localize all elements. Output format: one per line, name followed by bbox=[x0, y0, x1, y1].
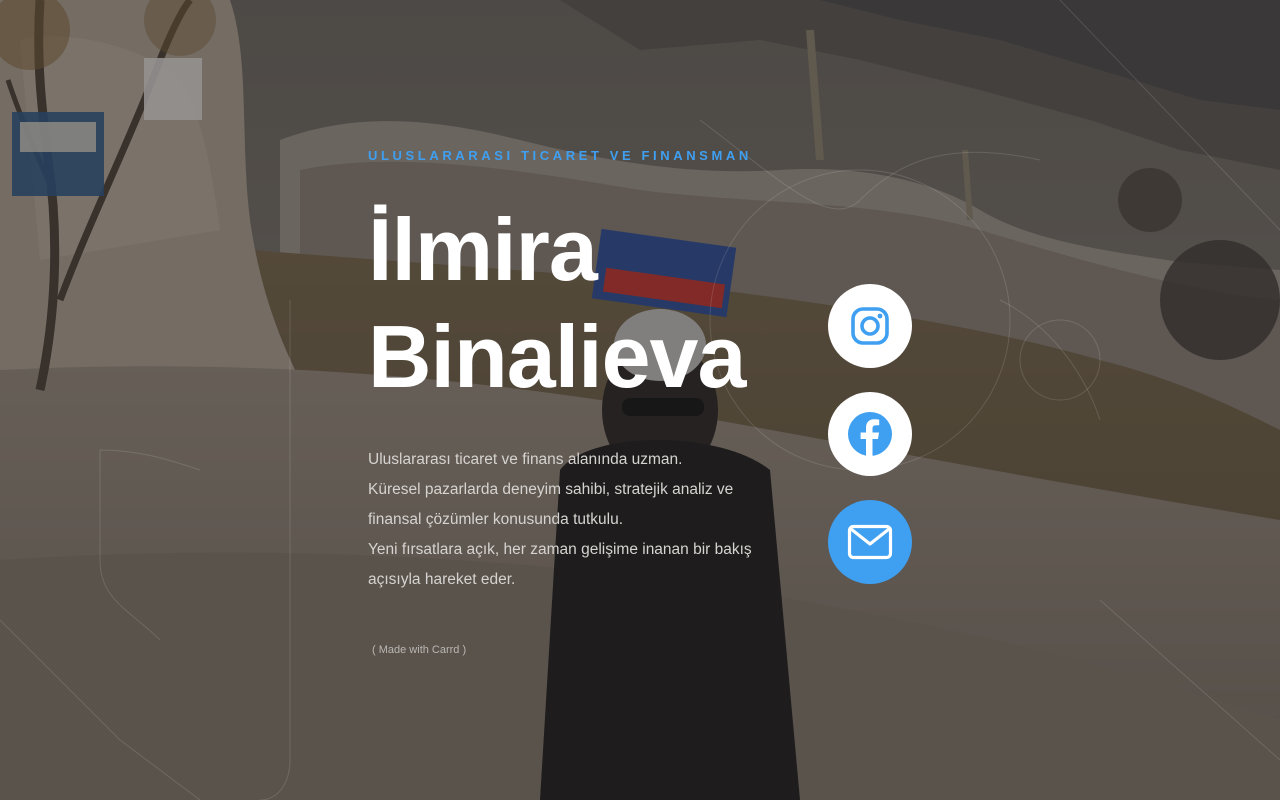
page-title: İlmira Binalieva bbox=[368, 196, 808, 410]
credit-open: ( bbox=[372, 644, 379, 656]
name-last: Binalieva bbox=[368, 307, 746, 406]
bio-line: Uluslararası ticaret ve finans alanında … bbox=[368, 451, 683, 468]
name-first: İlmira bbox=[368, 200, 598, 299]
hero-content: ULUSLARARASI TICARET VE FINANSMAN İlmira… bbox=[368, 148, 808, 656]
bio-text: Uluslararası ticaret ve finans alanında … bbox=[368, 445, 808, 595]
facebook-button[interactable] bbox=[828, 392, 912, 476]
bio-line: açısıyla hareket eder. bbox=[368, 571, 516, 588]
bio-line: Küresel pazarlarda deneyim sahibi, strat… bbox=[368, 481, 734, 498]
social-links bbox=[828, 284, 912, 584]
credit-footer: ( Made with Carrd ) bbox=[372, 644, 808, 656]
mail-icon bbox=[847, 524, 893, 560]
email-button[interactable] bbox=[828, 500, 912, 584]
facebook-icon bbox=[847, 411, 893, 457]
made-with-carrd-link[interactable]: Made with Carrd bbox=[379, 644, 460, 656]
instagram-button[interactable] bbox=[828, 284, 912, 368]
bio-line: Yeni fırsatlara açık, her zaman gelişime… bbox=[368, 541, 752, 558]
credit-close: ) bbox=[459, 644, 467, 656]
tagline: ULUSLARARASI TICARET VE FINANSMAN bbox=[368, 148, 752, 163]
instagram-icon bbox=[850, 306, 890, 346]
bio-line: finansal çözümler konusunda tutkulu. bbox=[368, 511, 624, 528]
